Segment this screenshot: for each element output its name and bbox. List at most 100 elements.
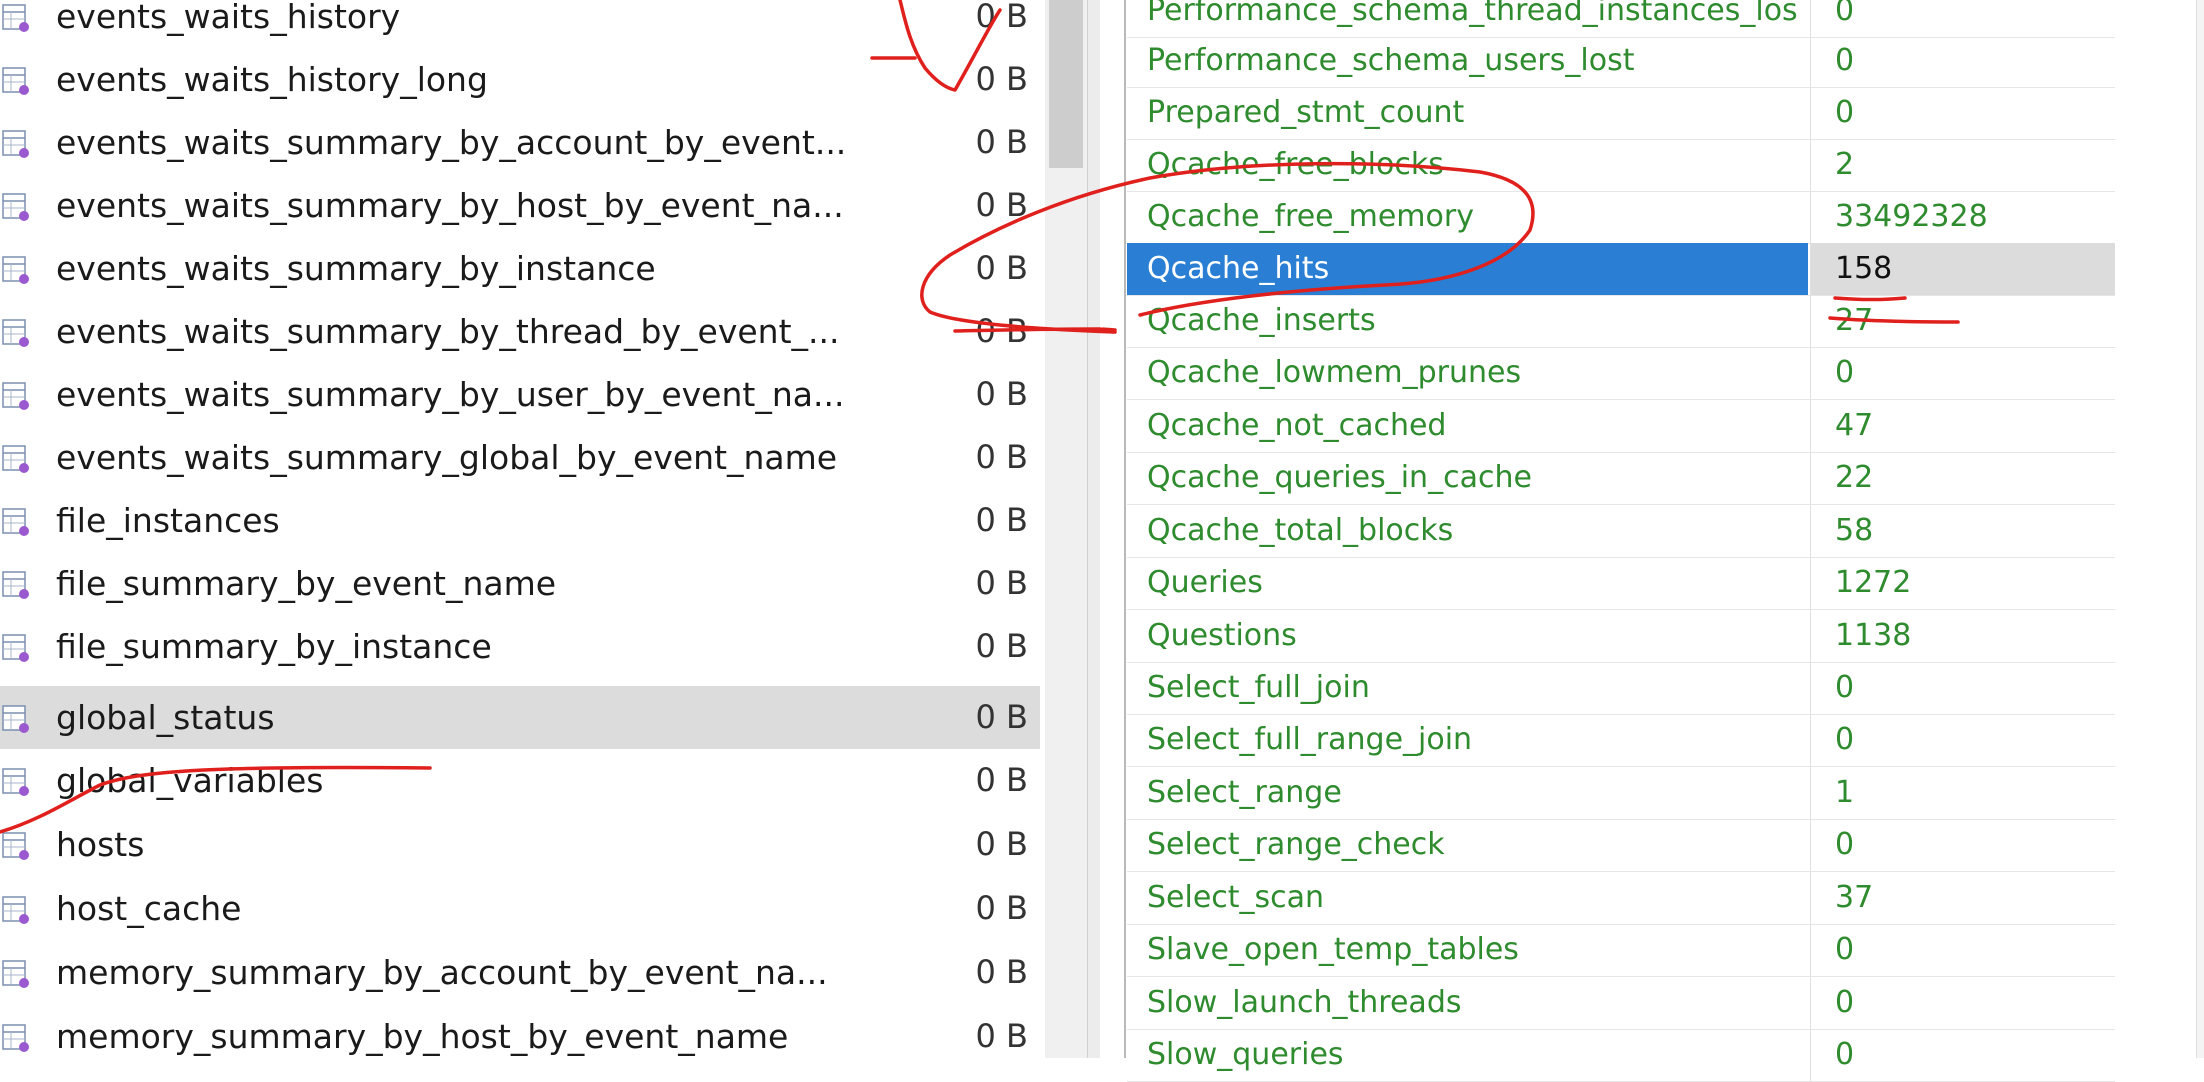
column-separator — [1810, 139, 1811, 191]
grid-row[interactable]: Slow_launch_threads 0 — [1127, 977, 2115, 1030]
table-size: 0 B — [975, 312, 1028, 350]
variable-name: Questions — [1147, 618, 1297, 653]
variable-name: Select_range — [1147, 775, 1342, 810]
table-row[interactable]: events_waits_history_long 0 B — [0, 48, 1040, 111]
table-size: 0 B — [975, 501, 1028, 539]
grid-row[interactable]: Queries 1272 — [1127, 557, 2115, 610]
table-icon — [2, 959, 32, 989]
variable-value: 0 — [1835, 43, 1855, 78]
scrollbar-thumb[interactable] — [1049, 0, 1083, 168]
table-row[interactable]: events_waits_summary_global_by_event_nam… — [0, 426, 1040, 489]
grid-row[interactable]: Select_full_join 0 — [1127, 662, 2115, 715]
table-row[interactable]: global_status 0 B — [0, 686, 1040, 749]
variable-value: 1138 — [1835, 618, 1912, 653]
table-row[interactable]: file_summary_by_instance 0 B — [0, 615, 1040, 678]
table-size: 0 B — [975, 889, 1028, 927]
table-icon — [2, 444, 32, 474]
grid-border — [1124, 0, 1126, 1058]
table-name: events_waits_summary_by_thread_by_event_… — [56, 312, 840, 351]
column-separator — [1810, 924, 1811, 976]
grid-row[interactable]: Qcache_free_blocks 2 — [1127, 139, 2115, 192]
table-row[interactable]: events_waits_summary_by_host_by_event_na… — [0, 174, 1040, 237]
grid-row[interactable]: Prepared_stmt_count 0 — [1127, 87, 2115, 140]
column-separator — [1810, 295, 1811, 347]
grid-row[interactable]: Qcache_total_blocks 58 — [1127, 505, 2115, 558]
table-row[interactable]: global_variables 0 B — [0, 749, 1040, 812]
table-row[interactable]: host_cache 0 B — [0, 877, 1040, 940]
variable-name: Select_range_check — [1147, 827, 1445, 862]
table-name: file_summary_by_instance — [56, 627, 492, 666]
column-separator — [1810, 35, 1811, 87]
table-name: events_waits_summary_by_instance — [56, 249, 656, 288]
table-row[interactable]: memory_summary_by_host_by_event_name 0 B — [0, 1005, 1040, 1058]
table-row[interactable]: hosts 0 B — [0, 813, 1040, 876]
table-icon — [2, 66, 32, 96]
table-name: events_waits_history_long — [56, 60, 488, 99]
variable-value: 0 — [1835, 355, 1855, 390]
table-name: events_waits_summary_by_user_by_event_na… — [56, 375, 845, 414]
grid-row[interactable]: Qcache_inserts 27 — [1127, 295, 2115, 348]
variable-value: 1272 — [1835, 565, 1912, 600]
column-separator — [1810, 0, 1811, 37]
table-row[interactable]: events_waits_summary_by_user_by_event_na… — [0, 363, 1040, 426]
grid-row[interactable]: Slow_queries 0 — [1127, 1029, 2115, 1082]
table-icon — [2, 255, 32, 285]
column-separator — [1810, 610, 1811, 662]
grid-row[interactable]: Qcache_queries_in_cache 22 — [1127, 452, 2115, 505]
grid-row[interactable]: Qcache_lowmem_prunes 0 — [1127, 347, 2115, 400]
table-row[interactable]: events_waits_summary_by_thread_by_event_… — [0, 300, 1040, 363]
grid-row[interactable]: Performance_schema_users_lost 0 — [1127, 35, 2115, 88]
grid-row[interactable]: Questions 1138 — [1127, 610, 2115, 663]
column-separator — [1810, 452, 1811, 504]
table-list-pane: events_waits_history 0 B events_waits_hi… — [0, 0, 1040, 1058]
table-size: 0 B — [975, 953, 1028, 991]
variable-name: Slave_open_temp_tables — [1147, 932, 1519, 967]
table-row[interactable]: events_waits_history 0 B — [0, 0, 1040, 48]
table-name: events_waits_summary_by_account_by_event… — [56, 123, 847, 162]
variable-value: 2 — [1835, 147, 1855, 182]
table-row[interactable]: memory_summary_by_account_by_event_na...… — [0, 941, 1040, 1004]
grid-row[interactable]: Performance_schema_thread_instances_lost… — [1127, 0, 2115, 38]
variable-name: Prepared_stmt_count — [1147, 95, 1465, 130]
table-row[interactable]: file_instances 0 B — [0, 489, 1040, 552]
variable-value: 1 — [1835, 775, 1855, 810]
table-icon — [2, 1023, 32, 1053]
table-name: events_waits_history — [56, 0, 401, 36]
grid-row[interactable]: Qcache_not_cached 47 — [1127, 400, 2115, 453]
variable-value: 22 — [1835, 460, 1874, 495]
variable-name: Slow_queries — [1147, 1037, 1344, 1072]
variable-name: Qcache_queries_in_cache — [1147, 460, 1532, 495]
grid-row[interactable]: Select_range 1 — [1127, 767, 2115, 820]
column-separator — [1810, 505, 1811, 557]
grid-row-selected[interactable]: Qcache_hits 158 — [1127, 243, 2115, 296]
table-size: 0 B — [975, 0, 1028, 35]
grid-row[interactable]: Slave_open_temp_tables 0 — [1127, 924, 2115, 977]
table-size: 0 B — [975, 825, 1028, 863]
table-size: 0 B — [975, 249, 1028, 287]
variable-value: 0 — [1835, 1037, 1855, 1072]
variable-name: Select_full_range_join — [1147, 722, 1473, 757]
table-row[interactable]: events_waits_summary_by_account_by_event… — [0, 111, 1040, 174]
column-separator — [1810, 1029, 1811, 1081]
table-size: 0 B — [975, 1017, 1028, 1055]
grid-row[interactable]: Select_range_check 0 — [1127, 819, 2115, 872]
pane-splitter[interactable] — [1087, 0, 1101, 1058]
variable-value: 47 — [1835, 408, 1874, 443]
variable-name: Qcache_hits — [1147, 251, 1330, 286]
table-size: 0 B — [975, 761, 1028, 799]
column-separator — [1810, 977, 1811, 1029]
variable-name: Qcache_not_cached — [1147, 408, 1447, 443]
column-separator — [1810, 767, 1811, 819]
variable-name: Performance_schema_users_lost — [1147, 43, 1635, 78]
table-size: 0 B — [975, 627, 1028, 665]
table-list-scrollbar[interactable] — [1045, 0, 1087, 1058]
variable-value: 0 — [1835, 932, 1855, 967]
grid-row[interactable]: Select_full_range_join 0 — [1127, 714, 2115, 767]
grid-row[interactable]: Qcache_free_memory 33492328 — [1127, 191, 2115, 244]
table-row[interactable]: events_waits_summary_by_instance 0 B — [0, 237, 1040, 300]
column-separator — [1810, 87, 1811, 139]
table-icon — [2, 767, 32, 797]
table-row[interactable]: file_summary_by_event_name 0 B — [0, 552, 1040, 615]
variable-value: 58 — [1835, 513, 1874, 548]
grid-row[interactable]: Select_scan 37 — [1127, 872, 2115, 925]
